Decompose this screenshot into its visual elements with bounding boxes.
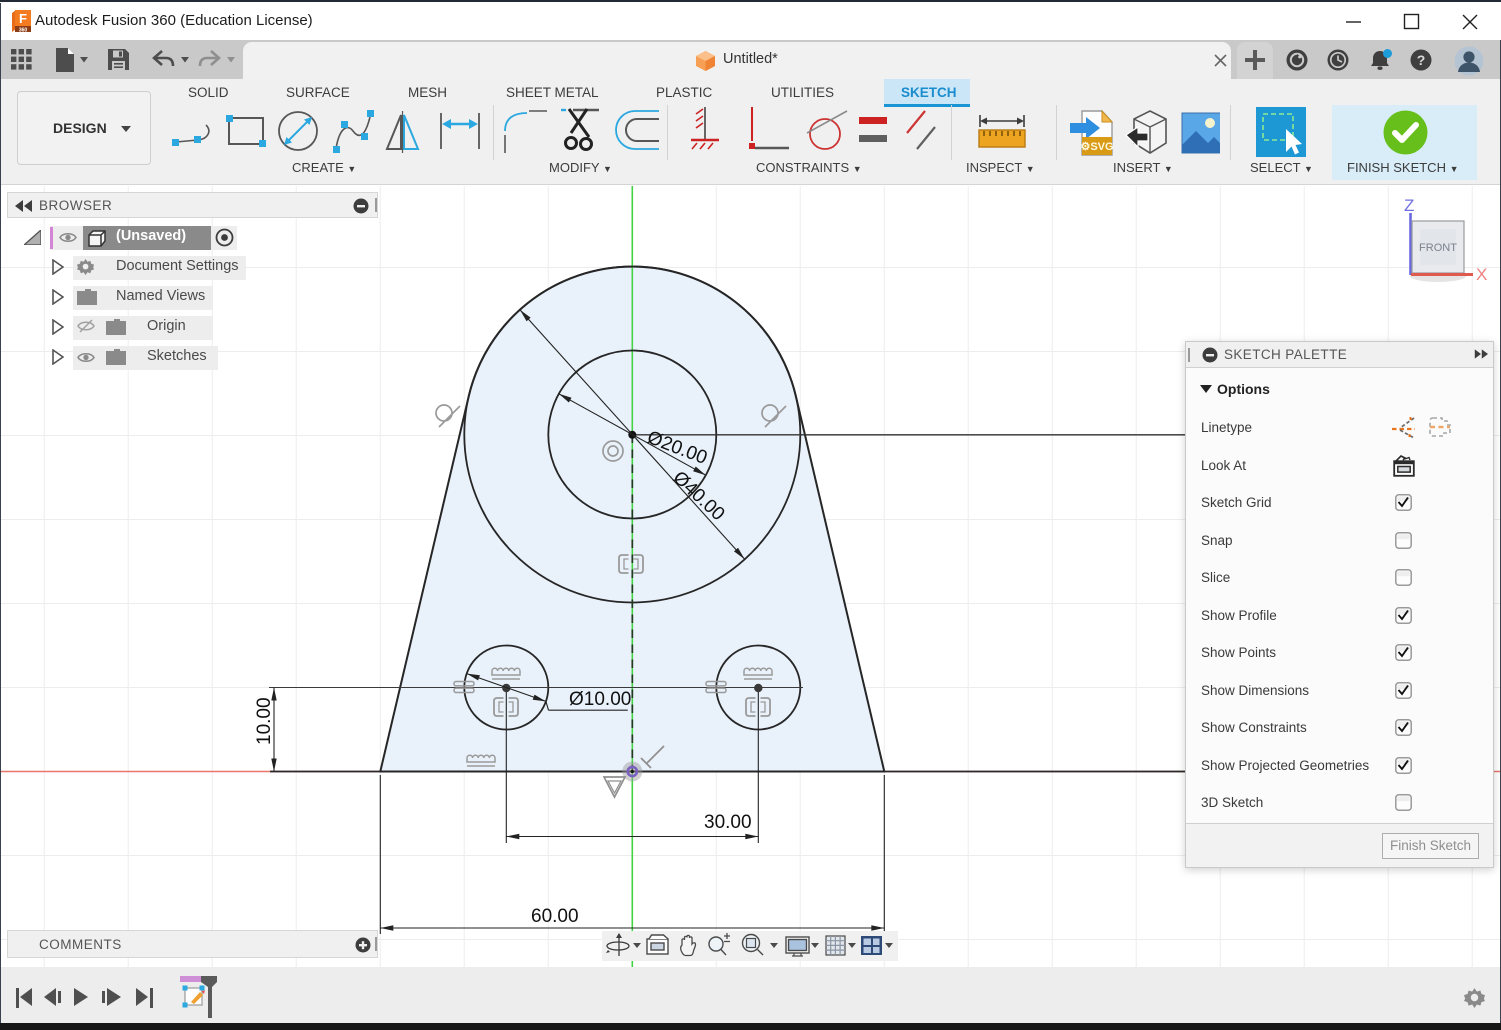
svg-text:?: ? <box>1417 52 1426 68</box>
svg-text:360: 360 <box>19 28 28 34</box>
svg-text:F: F <box>19 11 27 26</box>
svg-text:60.00: 60.00 <box>531 906 579 927</box>
svg-text:30.00: 30.00 <box>704 812 752 833</box>
svg-text:⚙SVG: ⚙SVG <box>1080 141 1113 153</box>
svg-text:FRONT: FRONT <box>1419 242 1457 254</box>
svg-text:10.00: 10.00 <box>254 697 275 745</box>
svg-text:X: X <box>1476 265 1487 284</box>
svg-text:Z: Z <box>1404 196 1414 215</box>
svg-text:Ø10.00: Ø10.00 <box>569 689 631 710</box>
